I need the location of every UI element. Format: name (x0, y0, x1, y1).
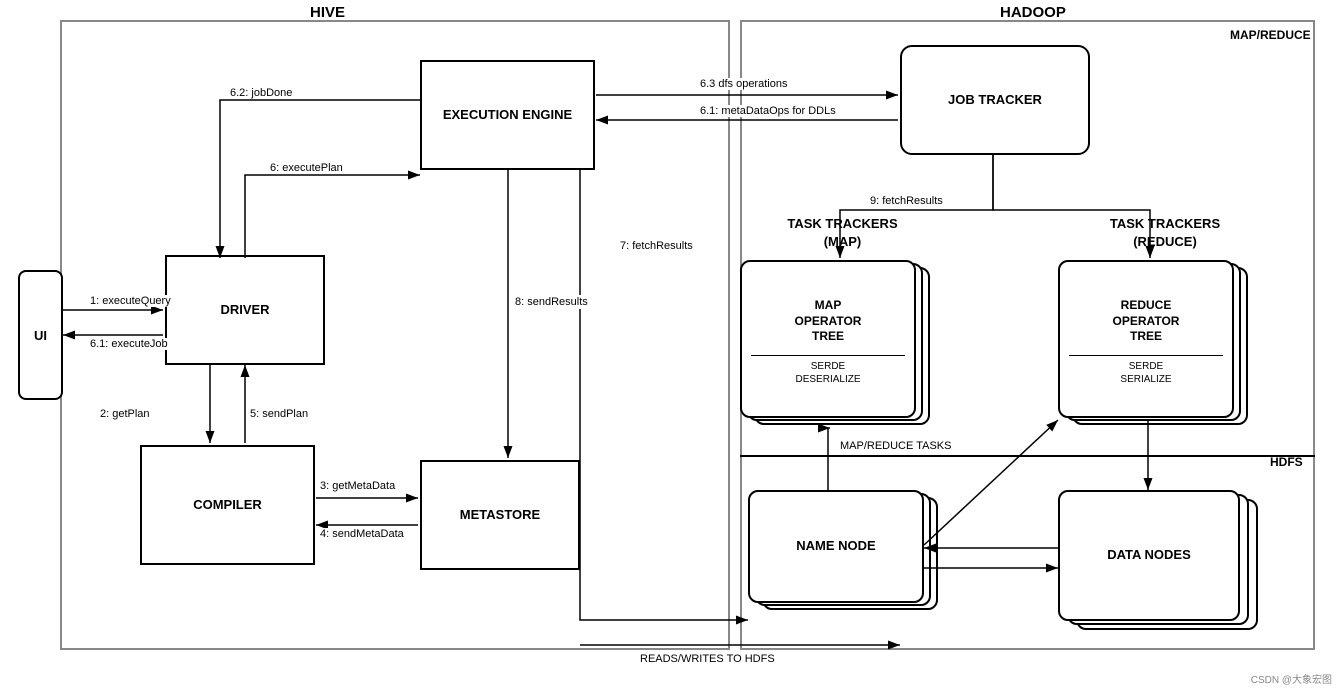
label-execute-query: 1: executeQuery (90, 295, 171, 307)
job-tracker-box: JOB TRACKER (900, 45, 1090, 155)
map-operator-stack: MAPOPERATORTREE SERDEDESERIALIZE (740, 260, 930, 425)
label-execute-job: 6.3 dfs operations (700, 78, 787, 90)
diagram: HIVE HADOOP MAP/REDUCE HDFS UI DRIVER CO… (0, 0, 1342, 694)
label-get-plan: 2: getPlan (100, 408, 150, 420)
label-get-metadata: 3: getMetaData (320, 480, 395, 492)
map-serde-label: SERDEDESERIALIZE (795, 360, 860, 386)
mapreduce-label: MAP/REDUCE (1230, 28, 1311, 42)
ui-label: UI (34, 328, 47, 343)
map-operator-tree-label: MAPOPERATORTREE (791, 292, 866, 351)
label-execute-plan: 6: executePlan (270, 162, 343, 174)
driver-label: DRIVER (220, 301, 269, 319)
reduce-serde-label: SERDESERIALIZE (1120, 360, 1171, 386)
hadoop-label: HADOOP (1000, 4, 1066, 21)
execution-engine-box: EXECUTION ENGINE (420, 60, 595, 170)
task-trackers-map-label: TASK TRACKERS(MAP) (745, 215, 940, 251)
label-map-reduce-tasks: 9: fetchResults (870, 195, 943, 207)
watermark: CSDN @大象宏图 (1251, 671, 1332, 686)
metastore-box: METASTORE (420, 460, 580, 570)
name-node-label: NAME NODE (796, 538, 875, 555)
execution-engine-label: EXECUTION ENGINE (443, 106, 572, 124)
compiler-label: COMPILER (193, 496, 262, 514)
task-trackers-reduce-label: TASK TRACKERS(REDUCE) (1060, 215, 1270, 251)
label-reads-writes: MAP/REDUCE TASKS (840, 440, 951, 452)
label-send-results: 6.2: jobDone (230, 87, 292, 99)
hdfs-label: HDFS (1270, 455, 1303, 469)
label-fetch-results-7: 6.1: executeJob (90, 338, 168, 350)
compiler-box: COMPILER (140, 445, 315, 565)
label-send-metadata: 4: sendMetaData (320, 528, 404, 540)
label-metadata-ops: 8: sendResults (515, 295, 588, 309)
data-nodes-label: DATA NODES (1107, 547, 1191, 564)
reduce-operator-stack: REDUCEOPERATORTREE SERDESERIALIZE (1058, 260, 1248, 425)
job-tracker-label: JOB TRACKER (948, 91, 1042, 109)
label-dfs-ops: 7: fetchResults (620, 240, 693, 252)
reduce-operator-tree-label: REDUCEOPERATORTREE (1109, 292, 1184, 351)
hdfs-divider (740, 455, 1315, 457)
label-fetch-results-9: READS/WRITES TO HDFS (640, 653, 775, 665)
metastore-label: METASTORE (460, 506, 540, 524)
label-send-plan: 5: sendPlan (250, 408, 308, 420)
label-job-done: 6.1: metaDataOps for DDLs (700, 105, 836, 117)
data-nodes-stack: DATA NODES (1058, 490, 1258, 630)
ui-box: UI (18, 270, 63, 400)
name-node-stack: NAME NODE (748, 490, 938, 610)
driver-box: DRIVER (165, 255, 325, 365)
hive-label: HIVE (310, 4, 345, 21)
